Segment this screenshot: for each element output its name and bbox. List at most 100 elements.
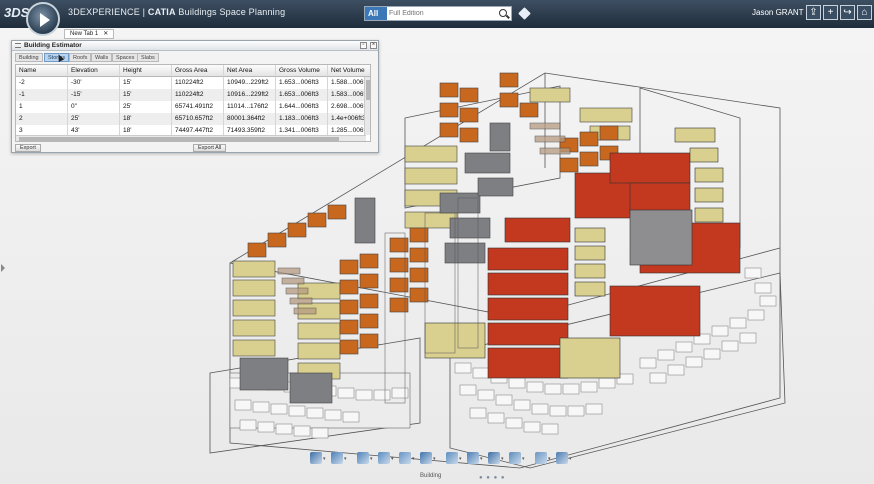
top-bar: 3DS 3DEXPERIENCE | CATIA Buildings Space… bbox=[0, 0, 874, 28]
table-cell: 15' bbox=[120, 77, 172, 89]
table-cell: 1.653...006ft3 bbox=[276, 77, 328, 89]
tag-icon[interactable] bbox=[518, 7, 531, 20]
toolbar-label: Building bbox=[420, 473, 442, 479]
scroll-thumb[interactable] bbox=[19, 137, 339, 141]
story-icon[interactable] bbox=[399, 452, 411, 464]
tab-new-tab-1[interactable]: New Tab 1 ✕ bbox=[64, 29, 115, 39]
table-cell: 11014...176ft2 bbox=[224, 101, 276, 113]
table-cell: 2 bbox=[16, 113, 68, 125]
table-cell: -15' bbox=[68, 89, 120, 101]
close-icon[interactable]: ✕ bbox=[103, 31, 108, 37]
chevron-down-icon[interactable]: ▾ bbox=[522, 456, 525, 462]
box-icon[interactable] bbox=[488, 452, 500, 464]
home-icon[interactable]: ⌂ bbox=[857, 5, 872, 20]
export-all-button[interactable]: Export All bbox=[193, 144, 227, 152]
table-cell: -1 bbox=[16, 89, 68, 101]
chevron-down-icon[interactable]: ▾ bbox=[480, 456, 483, 462]
chevron-down-icon[interactable]: ▾ bbox=[548, 456, 551, 462]
select-icon[interactable] bbox=[331, 452, 343, 464]
table-header: Name Elevation Height Gross Area Net Area Gro… bbox=[16, 65, 370, 77]
undo-icon[interactable] bbox=[310, 452, 322, 464]
table-cell: 1 bbox=[16, 101, 68, 113]
restore-icon[interactable]: ▫ bbox=[360, 42, 367, 49]
column-header[interactable]: Name bbox=[16, 65, 68, 77]
table-cell: 25' bbox=[68, 113, 120, 125]
tab-walls[interactable]: Walls bbox=[91, 53, 113, 62]
column-header[interactable]: Elevation bbox=[68, 65, 120, 77]
table-cell: 65710.657ft2 bbox=[172, 113, 224, 125]
chevron-down-icon[interactable]: ▾ bbox=[569, 456, 572, 462]
add-icon[interactable]: + bbox=[823, 5, 838, 20]
column-header[interactable]: Height bbox=[120, 65, 172, 77]
compass-icon[interactable] bbox=[26, 2, 60, 36]
panel-title: Building Estimator bbox=[24, 42, 82, 49]
search-bar: All bbox=[364, 6, 512, 21]
table-cell: 18' bbox=[120, 113, 172, 125]
space-icon[interactable] bbox=[357, 452, 369, 464]
table-cell: 10949...229ft2 bbox=[224, 77, 276, 89]
scroll-thumb[interactable] bbox=[366, 80, 370, 100]
building-estimator-panel: Building Estimator ▫ × Building Stories … bbox=[11, 40, 379, 153]
chevron-down-icon[interactable]: ▾ bbox=[370, 456, 373, 462]
chevron-down-icon[interactable]: ▾ bbox=[433, 456, 436, 462]
tab-building[interactable]: Building bbox=[15, 53, 43, 62]
settings-icon[interactable] bbox=[556, 452, 568, 464]
table-row[interactable]: 2 25' 18' 65710.657ft2 80001.364ft2 1.183...0… bbox=[16, 113, 370, 125]
tab-roofs[interactable]: Roofs bbox=[69, 53, 92, 62]
table-cell: 15' bbox=[120, 89, 172, 101]
toolbar-page-dots[interactable]: ● ● ● ● bbox=[479, 475, 506, 481]
tab-slabs[interactable]: Slabs bbox=[137, 53, 159, 62]
chevron-down-icon[interactable]: ▾ bbox=[323, 456, 326, 462]
table-cell: 1.653...006ft3 bbox=[276, 89, 328, 101]
table-cell: 1.644...006ft3 bbox=[276, 101, 328, 113]
user-name[interactable]: Jason GRANT bbox=[752, 8, 804, 17]
app-title-brand: CATIA bbox=[147, 7, 176, 17]
table-cell: 80001.364ft2 bbox=[224, 113, 276, 125]
column-header[interactable]: Gross Volume bbox=[276, 65, 328, 77]
forward-icon[interactable]: ↪ bbox=[840, 5, 855, 20]
app-title-suffix: Buildings Space Planning bbox=[175, 7, 286, 17]
export-button[interactable]: Export bbox=[15, 144, 41, 152]
panel-header[interactable]: Building Estimator ▫ × bbox=[12, 41, 378, 51]
column-header[interactable]: Net Volume bbox=[328, 65, 370, 77]
search-scope-dropdown[interactable]: All bbox=[365, 7, 387, 20]
search-input[interactable] bbox=[389, 7, 489, 20]
grid-icon[interactable] bbox=[509, 452, 521, 464]
chevron-down-icon[interactable]: ▾ bbox=[459, 456, 462, 462]
chevron-down-icon[interactable]: ▾ bbox=[344, 456, 347, 462]
column-header[interactable]: Gross Area bbox=[172, 65, 224, 77]
table-cell: -30' bbox=[68, 77, 120, 89]
table-cell: 25' bbox=[120, 101, 172, 113]
measure-icon[interactable] bbox=[446, 452, 458, 464]
chevron-down-icon[interactable]: ▾ bbox=[501, 456, 504, 462]
horizontal-scrollbar[interactable] bbox=[16, 135, 366, 141]
table-row[interactable]: -1 -15' 15' 110224ft2 10916...229ft2 1.653...… bbox=[16, 89, 370, 101]
table-cell: 65741.491ft2 bbox=[172, 101, 224, 113]
app-title-prefix: 3DEXPERIENCE | bbox=[68, 7, 148, 17]
drag-handle-icon[interactable] bbox=[15, 43, 21, 48]
chevron-down-icon[interactable]: ▾ bbox=[412, 456, 415, 462]
layers-icon[interactable] bbox=[535, 452, 547, 464]
door-icon[interactable] bbox=[467, 452, 479, 464]
app-title: 3DEXPERIENCE | CATIA Buildings Space Pla… bbox=[68, 7, 285, 17]
table-cell: -2 bbox=[16, 77, 68, 89]
stories-table: Name Elevation Height Gross Area Net Area Gro… bbox=[15, 64, 371, 142]
table-row[interactable]: 1 0" 25' 65741.491ft2 11014...176ft2 1.644...… bbox=[16, 101, 370, 113]
column-header[interactable]: Net Area bbox=[224, 65, 276, 77]
tab-label: New Tab 1 bbox=[70, 31, 99, 37]
table-cell: 10916...229ft2 bbox=[224, 89, 276, 101]
pointer-icon[interactable] bbox=[420, 452, 432, 464]
chevron-down-icon[interactable]: ▾ bbox=[391, 456, 394, 462]
table-cell: 110224ft2 bbox=[172, 89, 224, 101]
slab-icon[interactable] bbox=[378, 452, 390, 464]
search-icon[interactable] bbox=[499, 9, 507, 17]
vertical-scrollbar[interactable] bbox=[364, 77, 370, 135]
table-row[interactable]: -2 -30' 15' 110224ft2 10949...229ft2 1.653...… bbox=[16, 77, 370, 89]
table-cell: 1.183...006ft3 bbox=[276, 113, 328, 125]
tab-spaces[interactable]: Spaces bbox=[112, 53, 139, 62]
share-icon[interactable]: ⇪ bbox=[806, 5, 821, 20]
table-cell: 110224ft2 bbox=[172, 77, 224, 89]
table-cell: 0" bbox=[68, 101, 120, 113]
close-icon[interactable]: × bbox=[370, 42, 377, 49]
panel-collapse-handle[interactable] bbox=[1, 264, 5, 272]
